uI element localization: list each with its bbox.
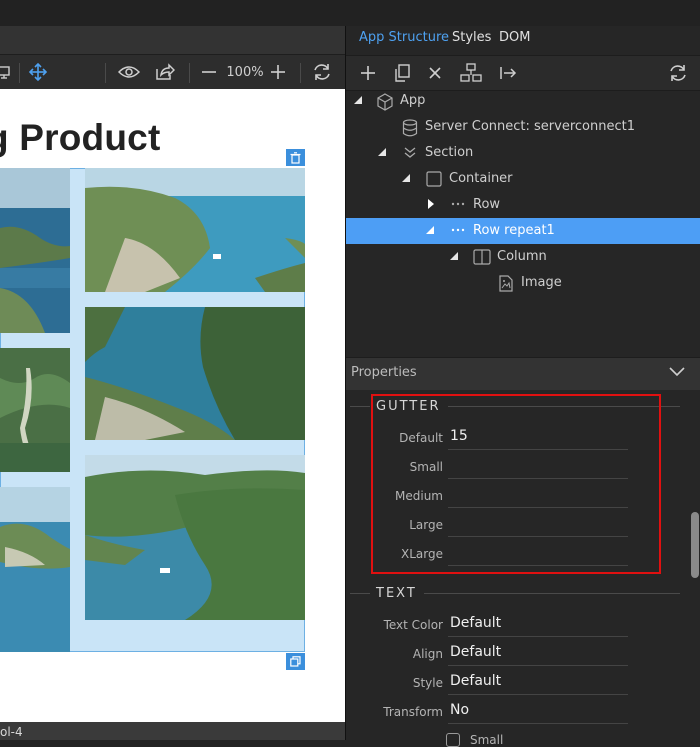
status-bar xyxy=(0,722,345,740)
gallery-image[interactable] xyxy=(85,168,305,292)
expanded-arrow-icon[interactable] xyxy=(449,251,459,261)
tab-app-structure[interactable]: App Structure xyxy=(359,30,449,45)
add-icon[interactable] xyxy=(356,56,380,90)
tree-node-image[interactable]: Image xyxy=(346,270,700,296)
tree-node-label: Section xyxy=(425,145,474,160)
status-bar-text: ol-4 xyxy=(0,725,23,739)
image-icon xyxy=(499,275,513,292)
move-icon[interactable] xyxy=(26,55,50,89)
tree-node-label: Server Connect: serverconnect1 xyxy=(425,119,635,134)
prop-label-text-color: Text Color xyxy=(383,618,443,632)
style-select[interactable]: Default xyxy=(448,673,628,695)
tree-node-section[interactable]: Section xyxy=(346,140,700,166)
prop-label-transform: Transform xyxy=(383,705,443,719)
chevron-down-icon[interactable] xyxy=(669,367,685,377)
structure-toolbar xyxy=(346,55,700,91)
gallery-image[interactable] xyxy=(85,307,305,440)
delete-icon[interactable] xyxy=(423,56,447,90)
tree-node-label: Row repeat1 xyxy=(473,223,555,238)
text-color-select[interactable]: Default xyxy=(448,615,628,637)
prop-label-style: Style xyxy=(412,676,443,690)
gallery-image[interactable] xyxy=(85,455,305,620)
share-icon[interactable] xyxy=(152,55,178,89)
columns-icon xyxy=(473,249,491,265)
zoom-out-icon[interactable] xyxy=(198,55,220,89)
gallery-image[interactable] xyxy=(0,168,70,333)
highlight-annotation xyxy=(371,394,661,574)
preview-eye-icon[interactable] xyxy=(116,55,142,89)
square-icon xyxy=(426,171,442,187)
gallery-image[interactable] xyxy=(0,348,70,472)
database-icon xyxy=(402,119,418,137)
tab-styles[interactable]: Styles xyxy=(452,30,491,45)
prop-label-align: Align xyxy=(412,647,443,661)
zoom-level-text: 100% xyxy=(226,64,264,80)
small-checkbox[interactable] xyxy=(446,733,460,747)
tree-node-row[interactable]: Row xyxy=(346,192,700,218)
tree-node-row-repeat1[interactable]: Row repeat1 xyxy=(346,218,700,244)
chevrons-down-icon xyxy=(404,147,416,158)
expanded-arrow-icon[interactable] xyxy=(353,95,363,105)
window-top-bar xyxy=(0,0,700,26)
page-heading: g Product xyxy=(0,117,161,158)
delete-icon[interactable] xyxy=(286,149,305,166)
tree-node-column[interactable]: Column xyxy=(346,244,700,270)
tree-node-label: Image xyxy=(521,275,562,290)
dots-icon xyxy=(451,228,465,232)
tree-node-server-connect[interactable]: Server Connect: serverconnect1 xyxy=(346,114,700,140)
cube-icon xyxy=(377,93,393,111)
tab-dom[interactable]: DOM xyxy=(499,30,530,45)
tree-node-label: Container xyxy=(449,171,513,186)
copy-icon[interactable] xyxy=(390,56,414,90)
small-checkbox-label: Small xyxy=(470,733,504,747)
zoom-in-icon[interactable] xyxy=(266,55,290,89)
tree-node-label: Column xyxy=(497,249,547,264)
collapsed-arrow-icon[interactable] xyxy=(427,198,435,210)
device-icon[interactable] xyxy=(0,55,16,89)
move-to-icon[interactable] xyxy=(496,56,520,90)
refresh-icon[interactable] xyxy=(309,55,335,89)
align-select[interactable]: Default xyxy=(448,644,628,666)
refresh-icon[interactable] xyxy=(664,56,692,90)
properties-scrollbar-thumb[interactable] xyxy=(691,512,699,578)
design-view-tabstrip xyxy=(0,26,345,55)
design-toolbar: 100% xyxy=(0,55,345,89)
expanded-arrow-icon[interactable] xyxy=(425,225,435,235)
structure-icon[interactable] xyxy=(458,56,484,90)
duplicate-icon[interactable] xyxy=(286,653,305,670)
section-title-text: TEXT xyxy=(376,586,417,601)
gallery-image[interactable] xyxy=(0,487,70,652)
zoom-level[interactable]: 100% xyxy=(223,55,267,89)
properties-title: Properties xyxy=(351,365,417,380)
expanded-arrow-icon[interactable] xyxy=(377,147,387,157)
expanded-arrow-icon[interactable] xyxy=(401,173,411,183)
dots-icon xyxy=(451,202,465,206)
transform-select[interactable]: No xyxy=(448,702,628,724)
tree-node-app[interactable]: App xyxy=(346,88,700,114)
tree-node-label: App xyxy=(400,93,426,108)
tree-node-container[interactable]: Container xyxy=(346,166,700,192)
tree-node-label: Row xyxy=(473,197,501,212)
